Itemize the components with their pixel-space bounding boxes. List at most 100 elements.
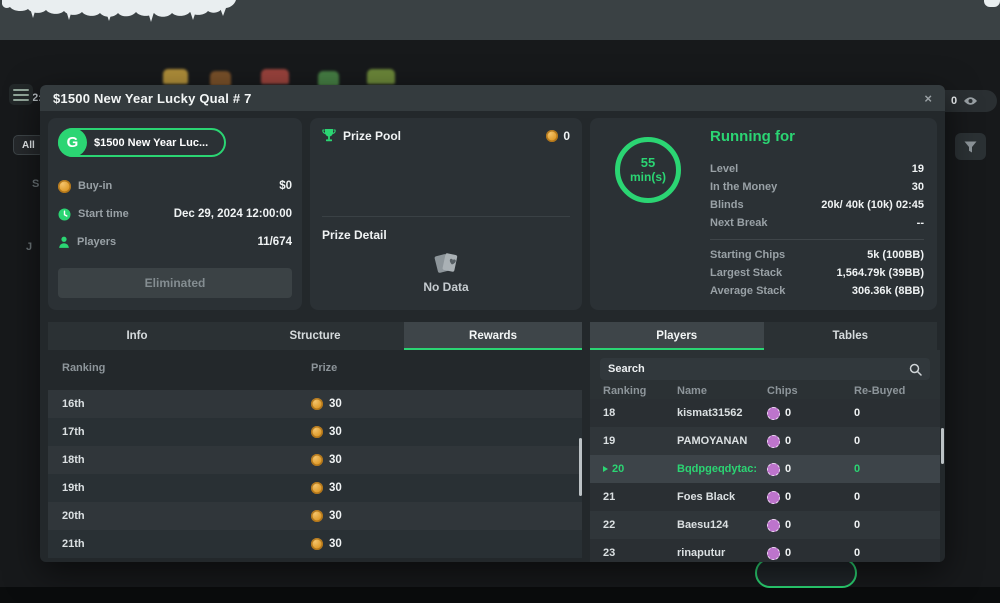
players-scrollbar[interactable] [941, 428, 944, 464]
ranking-cell: 21 [590, 491, 677, 503]
rebuyed-cell: 0 [854, 463, 940, 475]
eliminated-button[interactable]: Eliminated [58, 268, 292, 298]
menu-button[interactable] [9, 84, 33, 105]
prize-value: 30 [329, 510, 342, 522]
players-rows: 18 kismat31562 0 0 19 PAMOYANAN 0 0 20 B… [590, 399, 940, 562]
coin-icon [311, 510, 323, 522]
bottom-strip [0, 587, 1000, 603]
search-icon[interactable] [909, 363, 922, 376]
tab-rewards[interactable]: Rewards [404, 322, 582, 350]
background-tab-icon [318, 71, 339, 86]
empty-cards-icon [432, 250, 460, 276]
prize-cell: 30 [311, 538, 342, 550]
background-register-button[interactable] [755, 558, 857, 588]
tab-info[interactable]: Info [48, 322, 226, 350]
chips-cell: 0 [767, 407, 854, 420]
coin-icon [311, 482, 323, 494]
prize-value: 30 [329, 398, 342, 410]
rewards-scrollbar[interactable] [579, 438, 582, 496]
coin-icon [58, 180, 71, 193]
rebuyed-cell: 0 [854, 407, 940, 419]
status-rows: Level 19 In the Money 30 Blinds 20k/ 40k… [710, 160, 924, 300]
player-icon [58, 236, 70, 249]
rewards-rows: 16th 30 17th 30 18th 30 19th 30 20th 3 [48, 390, 582, 558]
tab-tables[interactable]: Tables [764, 322, 938, 350]
tournament-info-rows: Buy-in $0 Start time Dec 29, 2024 12:00:… [58, 172, 292, 256]
funnel-icon [964, 141, 977, 153]
club-logo-icon: G [58, 128, 87, 157]
filter-all-label: All [22, 140, 35, 151]
ranking-cell: 18th [48, 454, 311, 466]
coin-icon [311, 398, 323, 410]
rebuyed-cell: 0 [854, 435, 940, 447]
col-name: Name [677, 385, 767, 397]
table-row[interactable]: 20th 30 [48, 502, 582, 530]
col-prize: Prize [311, 362, 337, 374]
eliminated-label: Eliminated [145, 276, 206, 290]
divider [322, 216, 570, 217]
search-input[interactable] [608, 363, 909, 375]
chips-cell: 0 [767, 547, 854, 560]
start-time-value: Dec 29, 2024 12:00:00 [174, 208, 292, 220]
background-tab-icon [367, 69, 395, 84]
tournament-modal: $1500 New Year Lucky Qual # 7 × G $1500 … [40, 85, 945, 562]
table-row[interactable]: 21 Foes Black 0 0 [590, 483, 940, 511]
right-tab-group: Players Tables [590, 322, 937, 350]
largest-stack-value: 1,564.79k (39BB) [837, 267, 924, 279]
close-icon[interactable]: × [924, 92, 932, 105]
table-row[interactable]: 19 PAMOYANAN 0 0 [590, 427, 940, 455]
prize-cell: 30 [311, 398, 342, 410]
chips-cell: 0 [767, 519, 854, 532]
prize-value: 30 [329, 482, 342, 494]
prize-cell: 30 [311, 454, 342, 466]
app-root: 12:55 PM 27 Bqdpgeqdytac2024 0 All S J [0, 0, 1000, 603]
coin-icon [546, 130, 558, 142]
table-row[interactable]: 21th 30 [48, 530, 582, 558]
largest-stack-label: Largest Stack [710, 267, 782, 279]
tab-players[interactable]: Players [590, 322, 764, 350]
chip-icon [767, 519, 780, 532]
ranking-cell: 19th [48, 482, 311, 494]
running-status-card: 55 min(s) Running for Level 19 In the Mo… [590, 118, 937, 310]
ranking-cell: 21th [48, 538, 311, 550]
prize-value: 30 [329, 454, 342, 466]
table-row[interactable]: 23 rinaputur 0 0 [590, 539, 940, 562]
running-for-title: Running for [710, 128, 795, 145]
no-data-placeholder: No Data [310, 250, 582, 294]
timer-value: 55 [630, 156, 666, 171]
coin-icon [311, 426, 323, 438]
ranking-cell: 17th [48, 426, 311, 438]
average-stack-value: 306.36k (8BB) [852, 285, 924, 297]
prize-value: 30 [329, 538, 342, 550]
name-cell: rinaputur [677, 547, 767, 559]
table-row[interactable]: 22 Baesu124 0 0 [590, 511, 940, 539]
starting-chips-value: 5k (100BB) [867, 249, 924, 261]
table-row[interactable]: 18 kismat31562 0 0 [590, 399, 940, 427]
current-player-arrow-icon [603, 466, 608, 472]
players-value: 11/674 [257, 236, 292, 248]
chips-cell: 0 [767, 463, 854, 476]
table-row-current-player[interactable]: 20 Bqdpgeqdytac: 0 0 [590, 455, 940, 483]
no-data-label: No Data [310, 280, 582, 294]
eye-icon[interactable] [963, 96, 978, 106]
buyin-row: Buy-in $0 [58, 172, 292, 200]
prize-detail-title: Prize Detail [322, 228, 387, 242]
chip-icon [767, 547, 780, 560]
table-row[interactable]: 19th 30 [48, 474, 582, 502]
snow-decoration-icon [2, 0, 238, 22]
summary-cards: G $1500 New Year Luc... Buy-in $0 [48, 118, 937, 310]
tab-structure[interactable]: Structure [226, 322, 404, 350]
table-row[interactable]: 17th 30 [48, 418, 582, 446]
itm-label: In the Money [710, 181, 777, 193]
search-box[interactable] [600, 358, 930, 380]
rebuyed-cell: 0 [854, 519, 940, 531]
table-row[interactable]: 18th 30 [48, 446, 582, 474]
prize-pool-card: Prize Pool 0 Prize Detail No Data [310, 118, 582, 310]
table-row[interactable]: 16th 30 [48, 390, 582, 418]
tournament-name-pill[interactable]: G $1500 New Year Luc... [58, 128, 226, 157]
promo-banner[interactable] [0, 0, 1000, 40]
filter-button[interactable] [955, 133, 986, 160]
running-timer-circle: 55 min(s) [615, 137, 681, 203]
prize-cell: 30 [311, 482, 342, 494]
name-cell: kismat31562 [677, 407, 767, 419]
